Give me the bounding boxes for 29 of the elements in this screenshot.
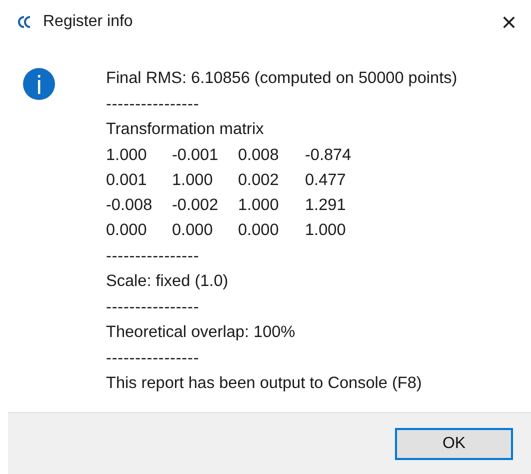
report-line: Scale: fixed (1.0) (106, 271, 230, 292)
matrix-value: 0.000 (106, 220, 147, 242)
separator-line: ---------------- (106, 348, 200, 369)
matrix-value: 0.008 (238, 144, 279, 166)
separator-line: ---------------- (106, 94, 200, 114)
report-line: This report has been output to Console (F8) (106, 373, 423, 394)
matrix-value: 1.000 (305, 220, 346, 242)
matrix-value: 0.000 (238, 220, 279, 242)
matrix-value: -0.002 (172, 195, 218, 216)
matrix-value: 1.291 (305, 195, 346, 216)
matrix-value: -0.001 (172, 144, 218, 166)
separator-line: ---------------- (106, 246, 200, 267)
report-line: Theoretical overlap: 100% (106, 322, 296, 344)
window-title: Register info (43, 13, 134, 31)
report-line: Final RMS: 6.10856 (computed on 50000 points) (106, 68, 458, 89)
matrix-value: 0.477 (305, 170, 346, 191)
report-line: Transformation matrix (106, 119, 265, 140)
matrix-value: -0.008 (106, 195, 152, 216)
ok-button[interactable]: OK (395, 428, 513, 460)
matrix-value: 0.000 (172, 220, 213, 242)
matrix-value: 1.000 (172, 170, 213, 191)
matrix-value: -0.874 (305, 144, 352, 166)
matrix-value: 0.002 (238, 170, 279, 191)
matrix-value: 1.000 (106, 144, 147, 166)
info-icon (23, 68, 55, 100)
separator-line: ---------------- (106, 296, 200, 318)
close-button[interactable]: × (487, 9, 531, 35)
matrix-value: 0.001 (106, 170, 147, 191)
matrix-value: 1.000 (238, 195, 279, 216)
